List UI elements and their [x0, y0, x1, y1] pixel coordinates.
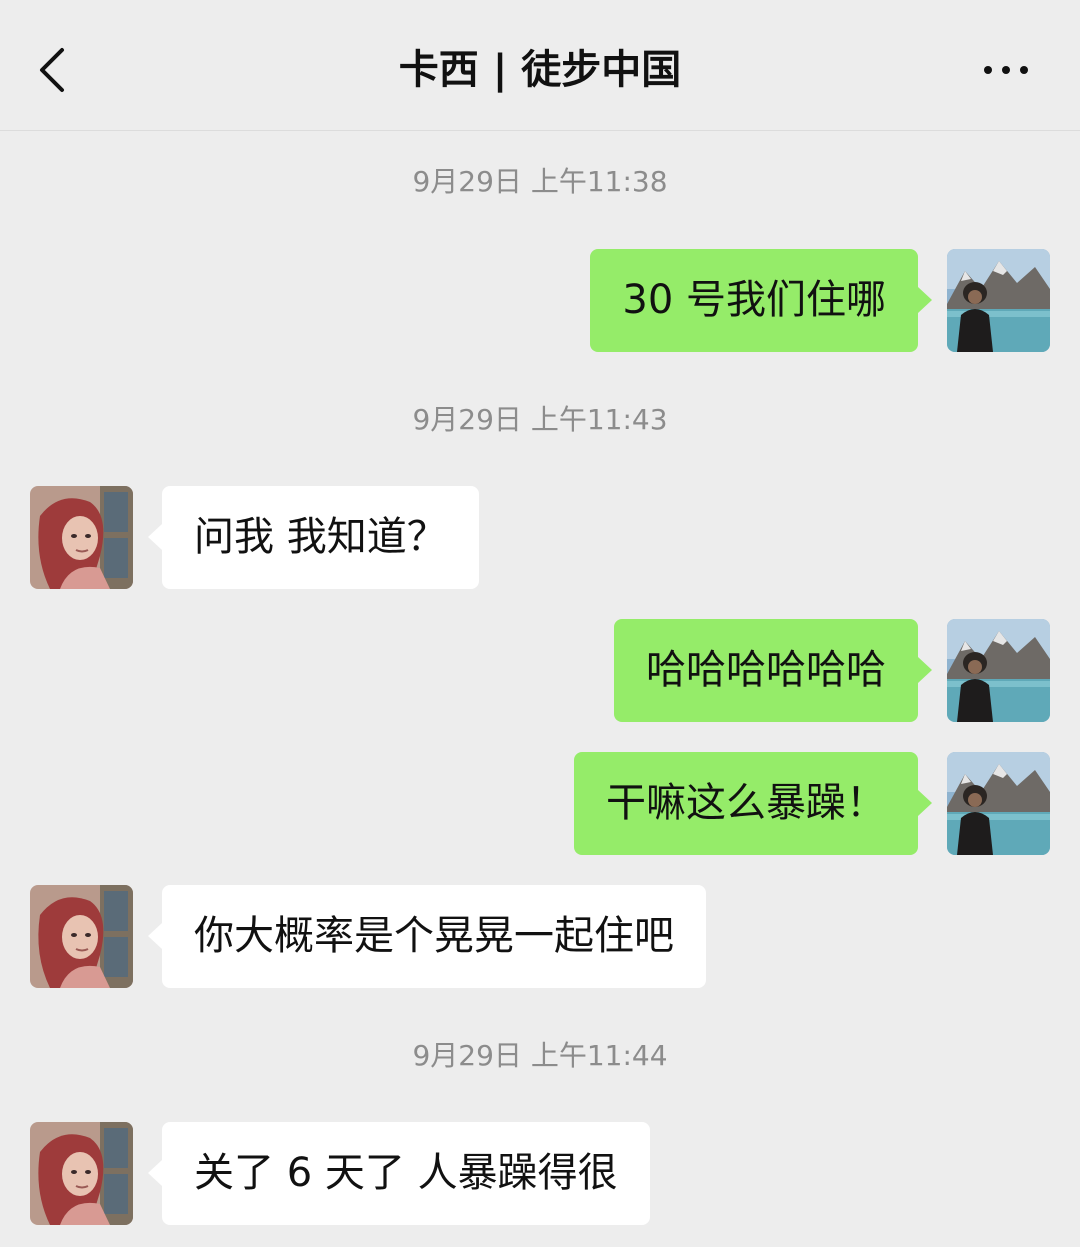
message-bubble-outgoing[interactable]: 哈哈哈哈哈哈 [614, 619, 932, 722]
timestamp: 9月29日 上午11:44 [412, 1039, 668, 1072]
timestamp: 9月29日 上午11:43 [412, 403, 668, 436]
more-button[interactable] [976, 50, 1036, 90]
self-avatar[interactable] [947, 249, 1050, 352]
message-bubble-incoming[interactable]: 关了 6 天了 人暴躁得很 [148, 1122, 650, 1225]
self-avatar[interactable] [947, 752, 1050, 855]
self-avatar[interactable] [947, 619, 1050, 722]
chat-title: 卡西 | 徒步中国 [398, 47, 682, 93]
contact-avatar[interactable] [30, 1122, 133, 1225]
contact-avatar[interactable] [30, 885, 133, 988]
message-bubble-outgoing[interactable]: 30 号我们住哪 [590, 249, 932, 352]
message-bubble-outgoing[interactable]: 干嘛这么暴躁！ [574, 752, 932, 855]
top-bar: 卡西 | 徒步中国 [0, 0, 1080, 131]
timestamp: 9月29日 上午11:38 [412, 165, 668, 198]
contact-avatar[interactable] [30, 486, 133, 589]
message-bubble-incoming[interactable]: 问我 我知道？ [148, 486, 479, 589]
message-bubble-incoming[interactable]: 你大概率是个晃晃一起住吧 [148, 885, 706, 988]
more-horizontal-icon [984, 66, 1028, 74]
